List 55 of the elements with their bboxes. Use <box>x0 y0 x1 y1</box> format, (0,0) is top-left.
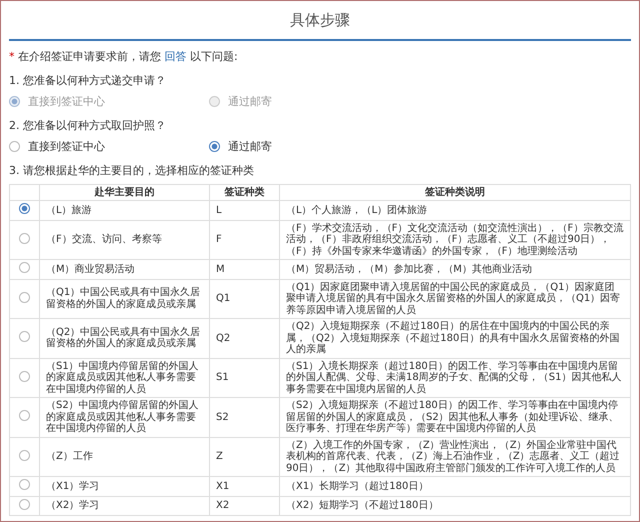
radio-button[interactable] <box>9 141 20 152</box>
table-cell: （L）个人旅游，（L）团体旅游 <box>280 200 630 220</box>
table-cell: Q2 <box>210 318 280 358</box>
radio-button[interactable] <box>209 141 220 152</box>
question-label: 3. 请您根据赴华的主要目的，选择相应的签证种类 <box>9 163 255 179</box>
table-cell: S1 <box>210 358 280 398</box>
table-cell: Z <box>210 437 280 476</box>
table-cell: （Z）入境工作的外国专家，（Z）营业性演出，（Z）外国企业常驻中国代表机构的首席代表、代表，（Z）海上石油作业，（Z）志愿者、义工（超过90日），（Z）其他取得中国政府主管部门颁发的工作许可入境工作的人员 <box>280 437 630 476</box>
table-cell: X1 <box>210 476 280 496</box>
radio-button[interactable] <box>19 479 30 490</box>
radio-button[interactable] <box>19 203 30 214</box>
page-title: 具体步骤 <box>9 1 631 40</box>
radio-button[interactable] <box>19 262 30 273</box>
instruction-text: * 在介绍签证申请要求前，请您 回答 以下问题: <box>9 48 239 64</box>
table-cell: L <box>210 200 280 220</box>
radio-button[interactable] <box>19 498 30 510</box>
answer-link[interactable]: 回答 <box>164 50 186 62</box>
table-cell: （Q2）中国公民或具有中国永久居留资格的外国人的家庭成员或亲属 <box>40 318 210 358</box>
question-label: 2. 您准备以何种方式取回护照？ <box>9 118 167 134</box>
table-cell: （Z）工作 <box>40 437 210 476</box>
option-label: 直接到签证中心 <box>28 94 105 110</box>
radio-button[interactable] <box>19 450 30 460</box>
table-cell: （S1）入境长期探亲（超过180日）的因工作、学习等事由在中国境内居留的外国人配偶、父母、未满18周岁的子女、配偶的父母，（S1）因其他私人事务需要在中国境内居留的人员 <box>280 358 630 398</box>
table-cell: （S1）中国境内停留居留的外国人的家庭成员或因其他私人事务需要在中国境内停留的人员 <box>40 358 210 398</box>
column-header: 签证种类说明 <box>280 184 630 200</box>
table-cell: （F）学术交流活动，（F）文化交流活动（如交流性演出），（F）宗教交流活动，（F）非政府组织交流活动，（F）志愿者、义工（不超过90日），（F）持《外国专家来华邀请函》的外国专家，（F）地理测绘活动 <box>280 220 630 260</box>
radio-button[interactable] <box>19 232 30 244</box>
question-label: 1. 您准备以何种方式递交申请？ <box>9 73 167 89</box>
table-cell: （L）旅游 <box>40 200 210 220</box>
table-cell: （Q2）入境短期探亲（不超过180日）的居住在中国境内的中国公民的亲属，（Q2）入境短期探亲（不超过180日）的具有中国永久居留资格的外国人的亲属 <box>280 318 630 358</box>
radio-button[interactable] <box>19 410 30 421</box>
table-cell: M <box>210 260 280 279</box>
table-cell: （F）交流、访问、考察等 <box>40 220 210 260</box>
column-header: 签证种类 <box>210 184 280 200</box>
radio-button[interactable] <box>19 292 30 302</box>
table-cell: （X1）学习 <box>40 476 210 496</box>
column-header: 赴华主要目的 <box>40 184 210 200</box>
table-cell: （X2）短期学习（不超过180日） <box>280 496 630 516</box>
table-cell: （X1）长期学习（超过180日） <box>280 476 630 496</box>
table-cell: Q1 <box>210 279 280 318</box>
table-cell: F <box>210 220 280 260</box>
table-cell: （S2）中国境内停留居留的外国人的家庭成员或因其他私人事务需要在中国境内停留的人员 <box>40 398 210 437</box>
table-cell: S2 <box>210 398 280 437</box>
table-cell: （Q1）中国公民或具有中国永久居留资格的外国人的家庭成员或亲属 <box>40 279 210 318</box>
table-cell: （Q1）因家庭团聚申请入境居留的中国公民的家庭成员，（Q1）因家庭团聚申请入境居留的具有中国永久居留资格的外国人的家庭成员，（Q1）因寄养等原因申请入境居留的人员 <box>280 279 630 318</box>
radio-button[interactable] <box>19 370 30 382</box>
table-cell: （M）商业贸易活动 <box>40 260 210 279</box>
table-cell: （X2）学习 <box>40 496 210 516</box>
table-cell: （S2）入境短期探亲（不超过180日）的因工作、学习等事由在中国境内停留居留的外国人的家庭成员，（S2）因其他私人事务（如处理诉讼、继承、医疗事务、打理在华房产等）需要在中国境内停留的人员 <box>280 398 630 437</box>
table-cell: X2 <box>210 496 280 516</box>
table-cell: （M）贸易活动，（M）参加比赛，（M）其他商业活动 <box>280 260 630 279</box>
option-label: 通过邮寄 <box>228 138 272 154</box>
radio-button[interactable] <box>19 331 30 342</box>
option-label: 直接到签证中心 <box>28 138 105 154</box>
option-label: 通过邮寄 <box>228 94 272 110</box>
